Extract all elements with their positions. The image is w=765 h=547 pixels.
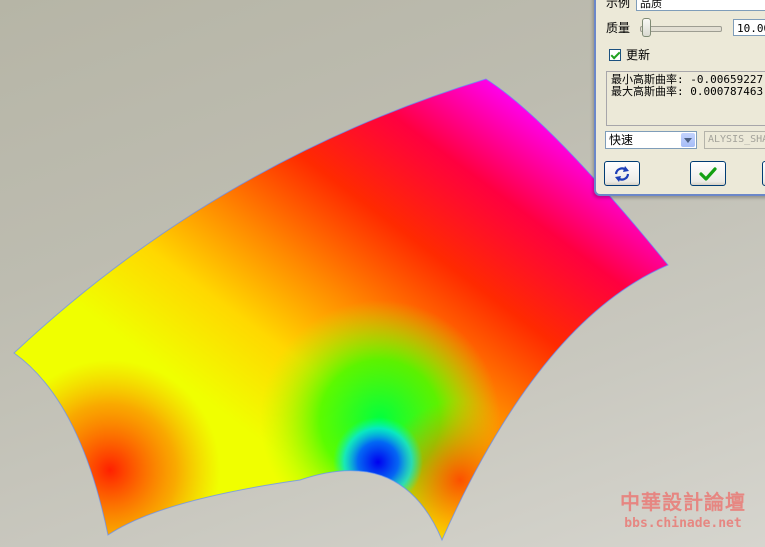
max-curvature-row: 最大高斯曲率: 0.000787463 bbox=[611, 86, 765, 98]
analysis-name-field: ALYSIS_SHA bbox=[704, 131, 765, 149]
update-label: 更新 bbox=[626, 48, 651, 62]
instance-field[interactable]: 品质 bbox=[636, 0, 765, 11]
update-checkbox[interactable] bbox=[609, 48, 621, 61]
repeat-button[interactable] bbox=[604, 161, 640, 186]
quality-slider-track[interactable] bbox=[640, 26, 722, 32]
max-curvature-label: 最大高斯曲率: bbox=[611, 85, 684, 98]
mode-select-value: 快速 bbox=[609, 133, 634, 147]
ok-button[interactable] bbox=[690, 161, 726, 186]
watermark: 中華設計論壇 bbs.chinade.net bbox=[606, 489, 760, 541]
mode-select[interactable]: 快速 bbox=[605, 131, 697, 149]
curvature-analysis-dialog: 示例 品质 质量 10.00 更新 最小高斯曲率: -0.00659227 最大… bbox=[594, 0, 765, 196]
watermark-title: 中華設計論壇 bbox=[620, 490, 746, 514]
quality-label: 质量 bbox=[606, 21, 631, 35]
watermark-url: bbs.chinade.net bbox=[624, 516, 742, 531]
curvature-results: 最小高斯曲率: -0.00659227 最大高斯曲率: 0.000787463 bbox=[606, 71, 765, 126]
chevron-down-icon[interactable] bbox=[681, 133, 695, 147]
check-icon bbox=[699, 166, 717, 181]
quality-slider-thumb[interactable] bbox=[642, 18, 651, 37]
repeat-icon bbox=[614, 165, 630, 182]
max-curvature-value: 0.000787463 bbox=[690, 85, 764, 98]
quality-value-field[interactable]: 10.00 bbox=[733, 19, 765, 36]
instance-label: 示例 bbox=[606, 0, 631, 10]
